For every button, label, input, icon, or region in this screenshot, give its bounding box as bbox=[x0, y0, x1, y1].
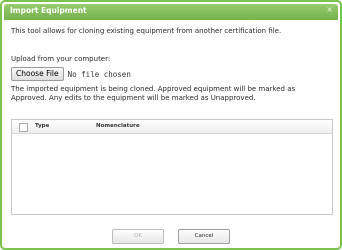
cancel-button[interactable]: Cancel bbox=[178, 229, 230, 244]
close-icon[interactable]: × bbox=[326, 5, 333, 14]
clone-note: The imported equipment is being cloned. … bbox=[11, 85, 296, 102]
column-type[interactable]: Type bbox=[35, 123, 49, 129]
grid-header: Type Nomenclature bbox=[12, 120, 332, 134]
dialog-title: Import Equipment bbox=[10, 6, 87, 15]
file-status: No file chosen bbox=[67, 69, 131, 79]
dialog-buttons: OK Cancel bbox=[2, 229, 340, 244]
choose-file-button[interactable]: Choose File bbox=[11, 67, 64, 81]
column-nomenclature[interactable]: Nomenclature bbox=[96, 123, 140, 129]
ok-button[interactable]: OK bbox=[112, 229, 164, 244]
dialog-titlebar[interactable]: Import Equipment × bbox=[4, 4, 338, 20]
upload-label: Upload from your computer: bbox=[11, 55, 111, 63]
select-all-checkbox[interactable] bbox=[19, 123, 28, 132]
file-input[interactable]: Choose File No file chosen bbox=[11, 67, 131, 81]
equipment-grid: Type Nomenclature bbox=[11, 119, 333, 215]
intro-text: This tool allows for cloning existing eq… bbox=[11, 27, 282, 35]
import-equipment-dialog: Import Equipment × This tool allows for … bbox=[0, 0, 342, 250]
